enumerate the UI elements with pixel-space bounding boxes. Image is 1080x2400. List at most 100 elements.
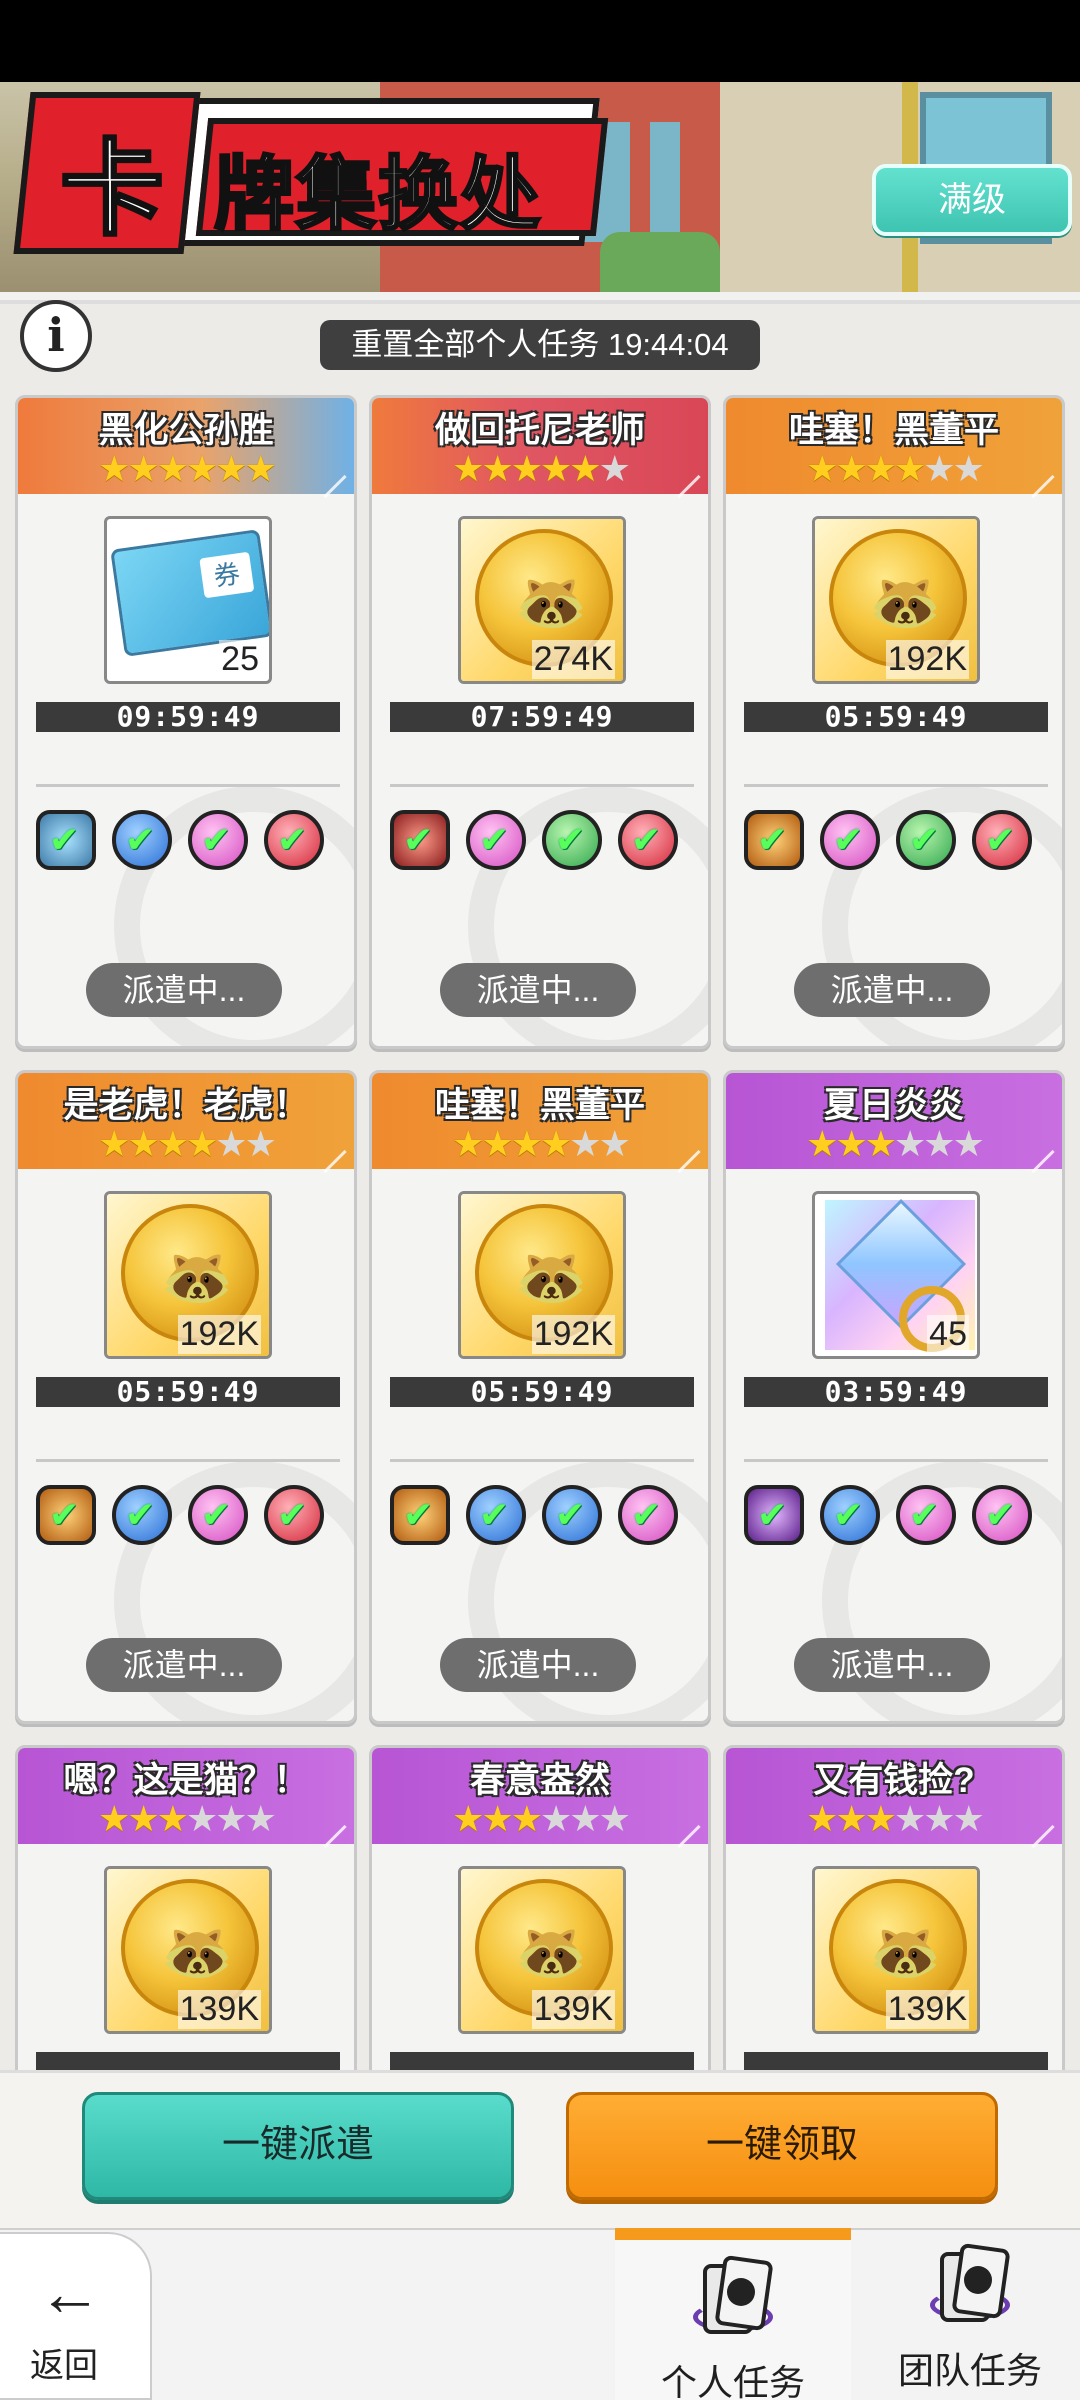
dispatch-status-button[interactable]: 派遣中... <box>440 963 636 1017</box>
card-header: 嗯？这是猫？！ ★★★★★★ <box>18 1748 354 1844</box>
star-icon: ★ <box>952 1123 985 1164</box>
member-badge-icon <box>112 1485 172 1545</box>
star-icon: ★ <box>452 448 484 489</box>
star-icon: ★ <box>510 1123 543 1164</box>
reward-amount: 192K <box>531 1315 615 1354</box>
banner-plant <box>600 232 720 292</box>
reward-amount: 192K <box>885 640 969 679</box>
divider <box>36 784 340 787</box>
reward-amount: 139K <box>531 1990 615 2029</box>
dispatch-status-button[interactable]: 派遣中... <box>86 963 282 1017</box>
reward-item[interactable]: 25 <box>104 516 272 684</box>
card-header: 哇塞！黑董平 ★★★★★★ <box>372 1073 708 1169</box>
reward-amount: 274K <box>531 640 615 679</box>
card-header: 哇塞！黑董平 ★★★★★★ <box>726 398 1062 494</box>
task-card[interactable]: 夏日炎炎★★★★★★4503:59:49派遣中... <box>723 1070 1065 1724</box>
reward-amount: 25 <box>219 640 261 679</box>
task-card[interactable]: 做回托尼老师★★★★★★274K07:59:49派遣中... <box>369 395 711 1049</box>
logo-char: 卡 <box>58 127 165 252</box>
task-timer <box>744 2052 1048 2070</box>
member-badge-icon <box>112 810 172 870</box>
star-icon: ★ <box>156 1798 189 1839</box>
task-card[interactable]: 嗯？这是猫？！★★★★★★ 139K <box>15 1745 357 2070</box>
reward-item[interactable]: 192K <box>458 1191 626 1359</box>
member-badge-icon <box>542 1485 602 1545</box>
star-icon: ★ <box>864 1123 897 1164</box>
task-card[interactable]: 哇塞！黑董平★★★★★★ 192K 05:59:49 派遣中... <box>369 1070 711 1724</box>
back-arrow-icon: ← <box>38 2257 102 2329</box>
task-timer <box>390 2052 694 2070</box>
reward-item[interactable]: 45 <box>812 1191 980 1359</box>
star-icon: ★ <box>923 1798 955 1839</box>
reward-amount: 45 <box>927 1315 969 1354</box>
star-icon: ★ <box>835 1798 867 1839</box>
tab-label: 个人任务 <box>660 2362 805 2400</box>
task-name: 黑化公孙胜 <box>98 411 274 450</box>
reset-timer: 重置全部个人任务 19:44:04 <box>320 320 760 370</box>
star-icon: ★ <box>215 448 247 489</box>
dispatch-all-button[interactable]: 一键派遣 <box>82 2092 514 2200</box>
star-icon: ★ <box>540 448 572 489</box>
star-icon: ★ <box>481 1798 513 1839</box>
task-card[interactable]: 哇塞！黑董平★★★★★★192K05:59:49派遣中... <box>723 395 1065 1049</box>
card-header: 春意盎然 ★★★★★★ <box>372 1748 708 1844</box>
personal-task-icon <box>693 2254 774 2342</box>
task-timer: 05:59:49 <box>390 1377 694 1407</box>
member-badge-icon <box>466 1485 526 1545</box>
back-button[interactable]: ← 返回 <box>0 2232 152 2400</box>
dispatch-status-button[interactable]: 派遣中... <box>440 1638 636 1692</box>
star-icon: ★ <box>598 1123 631 1164</box>
reward-item[interactable]: 139K <box>812 1866 980 2034</box>
max-level-button[interactable]: 满级 <box>872 164 1072 236</box>
star-icon: ★ <box>186 1123 218 1164</box>
star-rating: ★★★★★★ <box>372 1798 708 1840</box>
star-icon: ★ <box>540 1123 572 1164</box>
star-icon: ★ <box>952 448 985 489</box>
star-icon: ★ <box>244 448 277 489</box>
member-badge-icon <box>542 810 602 870</box>
task-card[interactable]: 是老虎！老虎！★★★★★★192K05:59:49派遣中... <box>15 1070 357 1724</box>
dispatch-status-button[interactable]: 派遣中... <box>794 1638 990 1692</box>
star-icon: ★ <box>894 1798 926 1839</box>
member-badge-icon <box>36 1485 96 1545</box>
reward-amount: 139K <box>177 1990 261 2029</box>
divider <box>390 1459 694 1462</box>
reward-item[interactable]: 139K <box>458 1866 626 2034</box>
tab-personal-tasks[interactable]: 个人任务 <box>615 2228 851 2400</box>
star-icon: ★ <box>923 1123 955 1164</box>
star-icon: ★ <box>806 448 838 489</box>
member-badge-icon <box>36 810 96 870</box>
member-badge-icon <box>896 810 956 870</box>
star-icon: ★ <box>952 1798 985 1839</box>
logo-text: 牌集换处 <box>213 147 542 243</box>
info-icon[interactable]: i <box>20 300 92 372</box>
member-badge-icon <box>820 810 880 870</box>
divider <box>390 784 694 787</box>
task-name: 是老虎！老虎！ <box>63 1086 309 1125</box>
reward-item[interactable]: 139K <box>104 1866 272 2034</box>
claim-all-button[interactable]: 一键领取 <box>566 2092 998 2200</box>
reward-item[interactable]: 274K <box>458 516 626 684</box>
member-badge-icon <box>972 810 1032 870</box>
star-icon: ★ <box>894 1123 926 1164</box>
member-badge-icon <box>744 810 804 870</box>
star-icon: ★ <box>452 1123 484 1164</box>
task-name: 哇塞！黑董平 <box>434 1086 645 1125</box>
star-rating: ★★★★★★ <box>726 1798 1062 1840</box>
star-icon: ★ <box>864 1798 897 1839</box>
tab-team-tasks[interactable]: 团队任务 <box>852 2228 1080 2400</box>
divider <box>744 1459 1048 1462</box>
task-card[interactable]: 又有钱捡?★★★★★★139K <box>723 1745 1065 2070</box>
reward-item[interactable]: 192K <box>812 516 980 684</box>
member-badge-icon <box>390 1485 450 1545</box>
task-name: 春意盎然 <box>469 1761 610 1800</box>
reward-item[interactable]: 192K <box>104 1191 272 1359</box>
star-rating: ★★★★★★ <box>18 448 354 490</box>
member-badge-icon <box>188 810 248 870</box>
member-badge-icon <box>264 1485 324 1545</box>
dispatch-status-button[interactable]: 派遣中... <box>86 1638 282 1692</box>
task-card[interactable]: 春意盎然★★★★★★139K <box>369 1745 711 2070</box>
star-icon: ★ <box>598 1798 631 1839</box>
task-card[interactable]: 黑化公孙胜★★★★★★2509:59:49派遣中... <box>15 395 357 1049</box>
dispatch-status-button[interactable]: 派遣中... <box>794 963 990 1017</box>
